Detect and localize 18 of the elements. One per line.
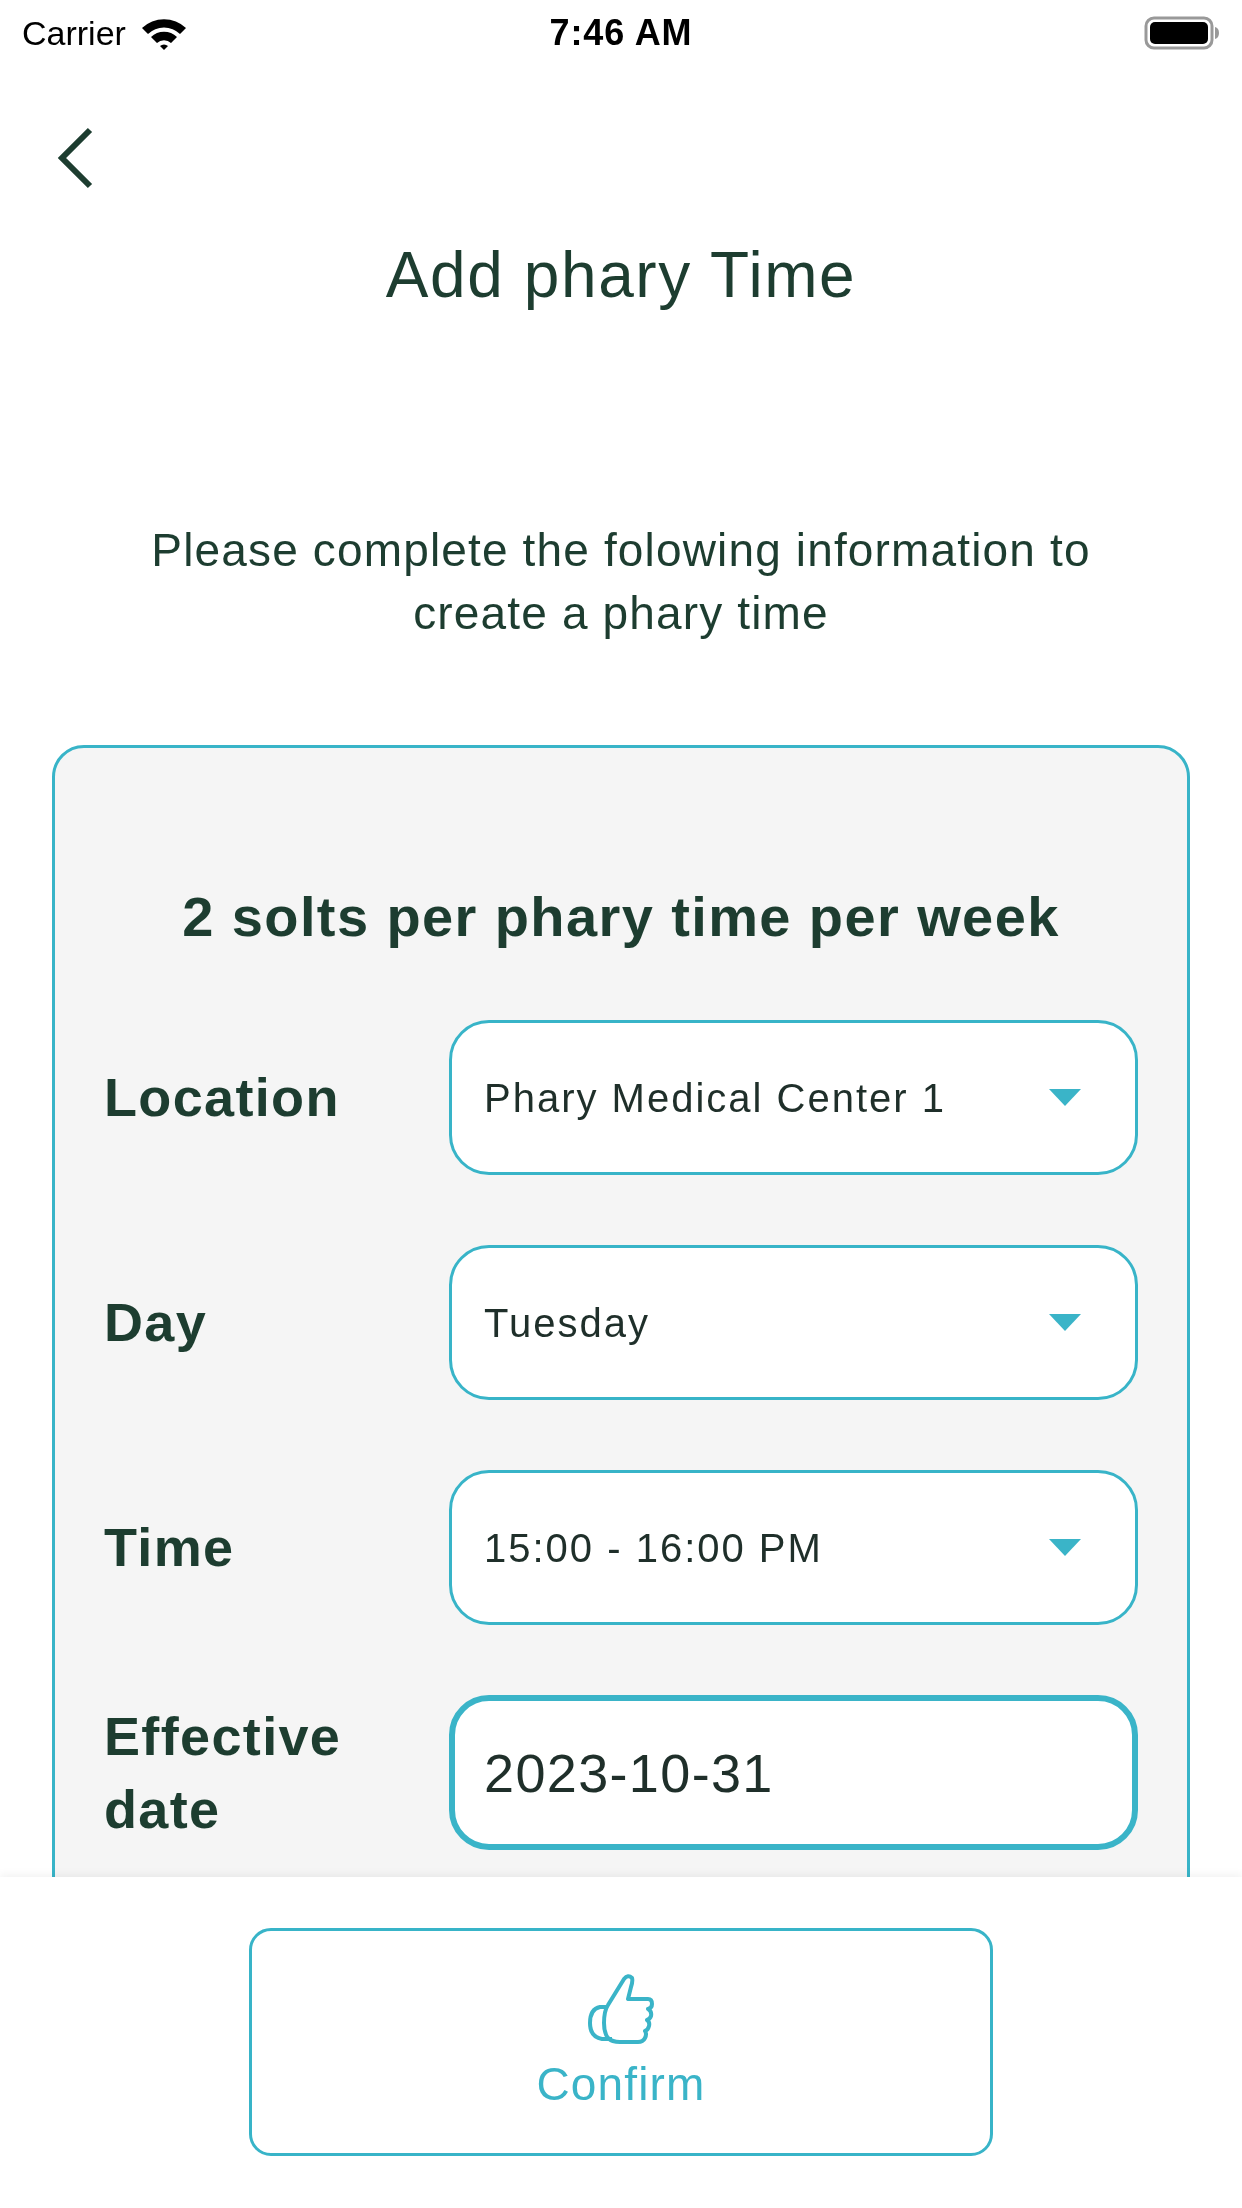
field-label: Time bbox=[104, 1516, 236, 1579]
form-heading: 2 solts per phary time per week bbox=[182, 884, 1060, 950]
date-field[interactable]: 2023-10-31 bbox=[449, 1695, 1138, 1850]
carrier-label: Carrier bbox=[22, 13, 126, 53]
intro-text: Please complete the folowing information to create a phary time bbox=[150, 523, 1092, 641]
dropdown-field[interactable]: 15:00 - 16:00 PM bbox=[449, 1470, 1138, 1625]
dropdown-field[interactable]: Tuesday bbox=[449, 1245, 1138, 1400]
page-title: Add phary Time bbox=[385, 238, 857, 313]
field-label: Effective date bbox=[104, 1704, 343, 1841]
dropdown-field[interactable]: Phary Medical Center 1 bbox=[449, 1020, 1138, 1175]
back-chevron-icon bbox=[56, 127, 94, 189]
caret-icon bbox=[1049, 1539, 1081, 1556]
field-label: Day bbox=[104, 1291, 209, 1354]
caret-icon bbox=[1049, 1089, 1081, 1106]
field-label: Location bbox=[104, 1066, 341, 1129]
clock-time: 7:46 AM bbox=[549, 13, 693, 53]
battery-icon bbox=[1144, 16, 1220, 50]
caret-icon bbox=[1049, 1314, 1081, 1331]
